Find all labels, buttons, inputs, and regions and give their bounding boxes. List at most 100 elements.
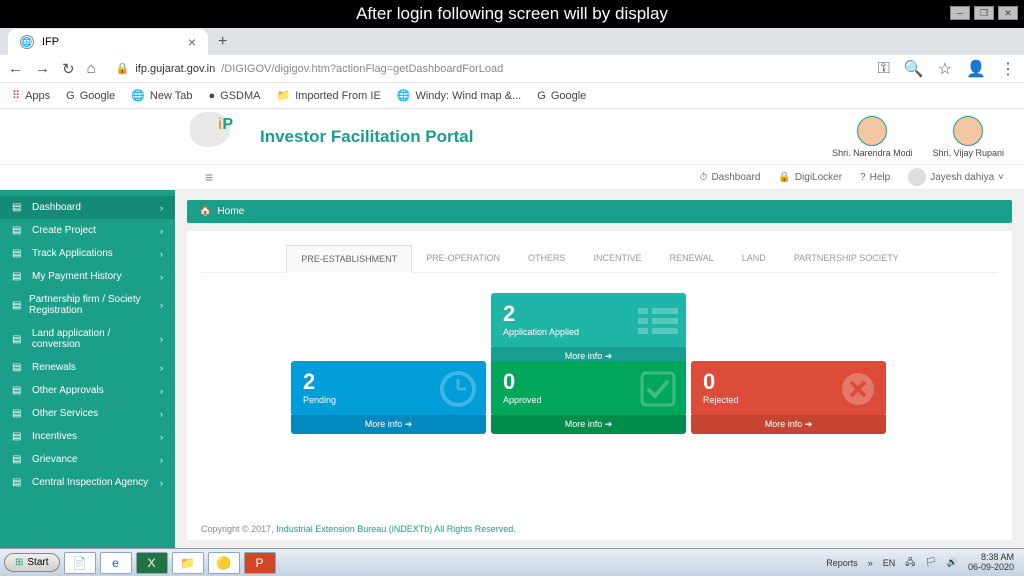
sidebar-item-other-services[interactable]: ▤Other Services› [0, 402, 175, 425]
windows-taskbar: ⊞ Start 📄 e X 📁 🟡 P Reports » EN 🖧 🏳 🔊 8… [0, 548, 1024, 576]
sidebar-item-payment-history[interactable]: ▤My Payment History› [0, 265, 175, 288]
toolbar-help[interactable]: ?Help [860, 172, 890, 183]
doc-icon: ▤ [12, 408, 26, 419]
chevron-down-icon: ˅ [998, 172, 1004, 183]
start-button[interactable]: ⊞ Start [4, 553, 60, 572]
new-tab-button[interactable]: + [208, 29, 237, 55]
bookmark-item[interactable]: 🌐Windy: Wind map &... [397, 89, 521, 102]
bookmark-item[interactable]: 🌐New Tab [131, 89, 192, 102]
tab-pre-operation[interactable]: PRE-OPERATION [412, 245, 514, 272]
leader-photo: Shri. Narendra Modi [832, 116, 913, 158]
user-menu[interactable]: Jayesh dahiya ˅ [908, 168, 1004, 186]
sidebar-item-dashboard[interactable]: ▤Dashboard› [0, 196, 175, 219]
window-controls: ─ ❐ ✕ [950, 6, 1018, 20]
reload-icon[interactable]: ↻ [62, 60, 75, 78]
system-tray: Reports » EN 🖧 🏳 🔊 8:38 AM 06-09-2020 [826, 553, 1020, 573]
doc-icon: ▤ [12, 334, 26, 345]
maximize-button[interactable]: ❐ [974, 6, 994, 20]
card-approved[interactable]: 0 Approved More info ➔ [491, 361, 686, 416]
chevron-right-icon: › [160, 226, 163, 236]
doc-icon: ▤ [12, 300, 23, 311]
card-rejected[interactable]: 0 Rejected More info ➔ [691, 361, 886, 416]
footer-link[interactable]: Industrial Extension Bureau (iNDEXTb) Al… [276, 524, 516, 534]
sidebar-item-partnership-firm[interactable]: ▤Partnership firm / Society Registration… [0, 288, 175, 322]
taskbar-app[interactable]: 🟡 [208, 552, 240, 574]
card-application-applied[interactable]: 2 Application Applied More info ➔ [491, 293, 686, 348]
reports-label[interactable]: Reports [826, 558, 858, 568]
doc-icon: ▤ [12, 477, 26, 488]
sidebar-item-renewals[interactable]: ▤Renewals› [0, 356, 175, 379]
lock-icon: 🔒 [116, 62, 130, 75]
toolbar-digilocker[interactable]: 🔒DigiLocker [778, 172, 842, 183]
portal-title: Investor Facilitation Portal [260, 127, 474, 147]
tab-incentive[interactable]: INCENTIVE [579, 245, 655, 272]
tab-pre-establishment[interactable]: PRE-ESTABLISHMENT [286, 245, 412, 273]
leader-photo: Shri. Vijay Rupani [933, 116, 1004, 158]
bookmarks-bar: ⠿Apps GGoogle 🌐New Tab ●GSDMA 📁Imported … [0, 83, 1024, 109]
star-icon[interactable]: ☆ [938, 59, 952, 79]
tab-renewal[interactable]: RENEWAL [656, 245, 728, 272]
chevron-right-icon: › [160, 363, 163, 373]
bookmark-item[interactable]: GGoogle [66, 90, 115, 102]
browser-tab-strip: 🌐 IFP × + [0, 28, 1024, 55]
minimize-button[interactable]: ─ [950, 6, 970, 20]
chevron-right-icon: › [160, 478, 163, 488]
forward-icon[interactable]: → [35, 60, 50, 77]
taskbar-app[interactable]: X [136, 552, 168, 574]
taskbar-app[interactable]: e [100, 552, 132, 574]
sidebar-item-track-applications[interactable]: ▤Track Applications› [0, 242, 175, 265]
close-button[interactable]: ✕ [998, 6, 1018, 20]
sound-icon[interactable]: 🔊 [947, 557, 958, 568]
more-info-link[interactable]: More info ➔ [291, 415, 486, 434]
bookmark-item[interactable]: GGoogle [537, 90, 586, 102]
globe-icon: 🌐 [20, 35, 34, 49]
portal-logo: iP [190, 112, 235, 157]
tab-others[interactable]: OTHERS [514, 245, 580, 272]
home-icon[interactable]: ⌂ [87, 60, 96, 77]
presentation-title-bar: After login following screen will by dis… [0, 0, 1024, 28]
taskbar-app[interactable]: P [244, 552, 276, 574]
chevron-right-icon: › [160, 300, 163, 310]
windows-icon: ⊞ [15, 557, 23, 568]
sidebar-item-land-application[interactable]: ▤Land application / conversion› [0, 322, 175, 356]
more-info-link[interactable]: More info ➔ [691, 415, 886, 434]
sidebar-item-central-inspection[interactable]: ▤Central Inspection Agency› [0, 471, 175, 494]
help-icon: ? [860, 172, 866, 183]
taskbar-app[interactable]: 📁 [172, 552, 204, 574]
doc-icon: ▤ [12, 385, 26, 396]
home-icon: 🏠 [199, 206, 211, 217]
content-area: 🏠 Home PRE-ESTABLISHMENT PRE-OPERATION O… [175, 190, 1024, 550]
apps-button[interactable]: ⠿Apps [12, 89, 50, 102]
doc-icon: ▤ [12, 431, 26, 442]
tab-partnership-society[interactable]: PARTNERSHIP SOCIETY [780, 245, 913, 272]
tab-land[interactable]: LAND [728, 245, 780, 272]
expand-tray-icon[interactable]: » [868, 558, 873, 568]
hamburger-icon[interactable]: ≡ [205, 169, 213, 185]
key-icon[interactable]: ⚿ [878, 60, 890, 78]
sidebar-item-incentives[interactable]: ▤Incentives› [0, 425, 175, 448]
bookmark-item[interactable]: 📁Imported From IE [277, 89, 381, 102]
language-indicator[interactable]: EN [883, 558, 896, 568]
chevron-right-icon: › [160, 249, 163, 259]
more-info-link[interactable]: More info ➔ [491, 415, 686, 434]
bookmark-item[interactable]: ●GSDMA [209, 90, 261, 102]
back-icon[interactable]: ← [8, 60, 23, 77]
search-icon[interactable]: 🔍 [904, 59, 924, 79]
close-icon[interactable]: × [188, 34, 196, 50]
toolbar-dashboard[interactable]: ⏱Dashboard [700, 172, 761, 183]
flag-icon[interactable]: 🏳 [925, 557, 936, 568]
sidebar: ▤Dashboard› ▤Create Project› ▤Track Appl… [0, 190, 175, 550]
sidebar-item-grievance[interactable]: ▤Grievance› [0, 448, 175, 471]
clock[interactable]: 8:38 AM 06-09-2020 [968, 553, 1014, 573]
profile-icon[interactable]: 👤 [966, 59, 986, 79]
menu-icon[interactable]: ⋮ [1000, 59, 1016, 79]
breadcrumb: 🏠 Home [187, 200, 1012, 223]
taskbar-app[interactable]: 📄 [64, 552, 96, 574]
url-bar[interactable]: 🔒 ifp.gujarat.gov.in/DIGIGOV/digigov.htm… [108, 59, 866, 78]
browser-tab[interactable]: 🌐 IFP × [8, 29, 208, 55]
sidebar-item-other-approvals[interactable]: ▤Other Approvals› [0, 379, 175, 402]
chevron-right-icon: › [160, 203, 163, 213]
network-icon[interactable]: 🖧 [905, 555, 915, 571]
card-pending[interactable]: 2 Pending More info ➔ [291, 361, 486, 416]
sidebar-item-create-project[interactable]: ▤Create Project› [0, 219, 175, 242]
